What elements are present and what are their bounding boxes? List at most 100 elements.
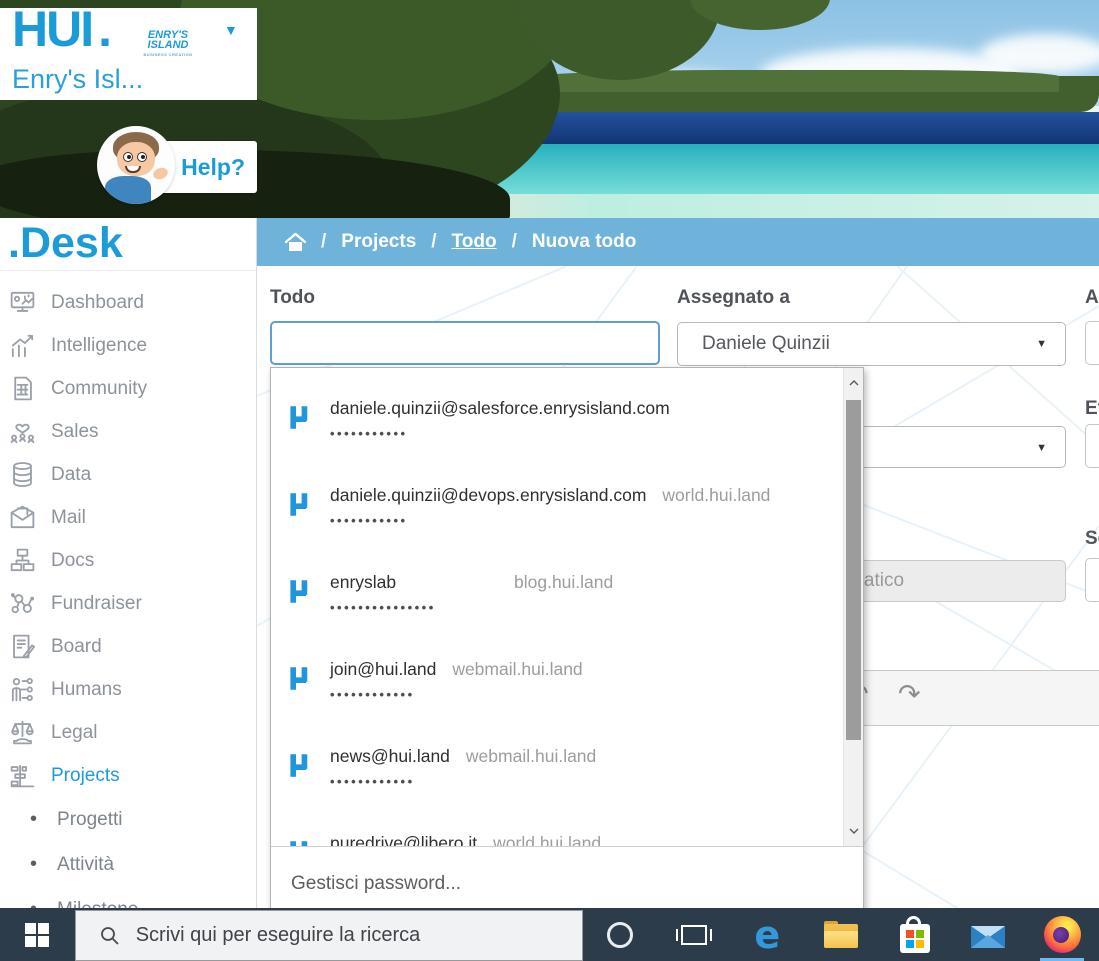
task-view-button[interactable] xyxy=(657,908,731,961)
windows-taskbar: Scrivi qui per eseguire la ricerca e xyxy=(0,908,1099,961)
autofill-entry[interactable]: news@hui.landwebmail.hui.land ••••••••••… xyxy=(271,732,863,819)
breadcrumb: / Projects / Todo / Nuova todo xyxy=(257,218,1099,266)
password-autofill-popup: daniele.quinzii@salesforce.enrysisland.c… xyxy=(270,367,864,910)
sidebar-item-docs[interactable]: Docs xyxy=(0,539,256,582)
file-explorer-icon xyxy=(824,921,858,948)
scrollbar-down-icon[interactable] xyxy=(844,818,863,844)
breadcrumb-separator: / xyxy=(431,231,436,253)
projects-icon xyxy=(8,761,37,790)
hui-favicon xyxy=(287,752,314,779)
avatar-pupil xyxy=(127,155,131,159)
sidebar-item-label: Sales xyxy=(51,421,99,443)
edge-icon: e xyxy=(754,916,780,954)
todo-input[interactable] xyxy=(270,321,660,365)
right-column-input-2[interactable] xyxy=(1085,424,1099,468)
humans-icon xyxy=(8,675,37,704)
avatar-pupil xyxy=(141,155,145,159)
docs-icon xyxy=(8,546,37,575)
breadcrumb-separator: / xyxy=(321,231,326,253)
mail-icon xyxy=(8,503,37,532)
todo-label: Todo xyxy=(270,287,315,309)
search-icon xyxy=(100,926,120,946)
firefox-button[interactable] xyxy=(1025,908,1099,961)
sidebar-item-label: Legal xyxy=(51,722,98,744)
sales-icon xyxy=(8,417,37,446)
right-column-label-1: At xyxy=(1085,287,1099,309)
help-mascot-avatar[interactable] xyxy=(97,126,175,204)
autofill-entry[interactable]: enryslabblog.hui.land ••••••••••••••• xyxy=(271,558,863,645)
enrys-island-logo: ENRY'S ISLAND BUSINESS CREATION xyxy=(138,30,198,60)
search-placeholder: Scrivi qui per eseguire la ricerca xyxy=(136,924,421,947)
sidebar-subitem-label: Progetti xyxy=(57,809,122,831)
sidebar-item-label: Board xyxy=(51,636,102,658)
autofill-username: daniele.quinzii@salesforce.enrysisland.c… xyxy=(330,398,670,419)
scrollbar-up-icon[interactable] xyxy=(844,370,863,396)
intelligence-icon xyxy=(8,331,37,360)
autofill-entry[interactable]: join@hui.landwebmail.hui.land ••••••••••… xyxy=(271,645,863,732)
sidebar-item-legal[interactable]: Legal xyxy=(0,711,256,754)
deep-water xyxy=(470,112,1099,144)
autofill-entry[interactable]: puredrive@libero.itworld.hui.land ••••••… xyxy=(271,819,863,846)
assegnato-label: Assegnato a xyxy=(677,287,790,309)
right-column-input-3[interactable] xyxy=(1085,558,1099,602)
hui-favicon xyxy=(287,404,314,431)
autofill-password-mask: ••••••••••• xyxy=(330,513,408,528)
sidebar-item-data[interactable]: Data xyxy=(0,453,256,496)
taskbar-search-box[interactable]: Scrivi qui per eseguire la ricerca xyxy=(75,910,583,961)
sidebar-item-mail[interactable]: Mail xyxy=(0,496,256,539)
autofill-entry[interactable]: daniele.quinzii@salesforce.enrysisland.c… xyxy=(271,384,863,471)
assegnato-select[interactable]: Daniele Quinzii ▼ xyxy=(677,322,1066,366)
sidebar-item-label: Dashboard xyxy=(51,292,144,314)
brand-card: HUI. ENRY'S ISLAND BUSINESS CREATION ▼ E… xyxy=(0,8,257,100)
sidebar-subitem-progetti[interactable]: Progetti xyxy=(0,797,256,842)
autofill-list: daniele.quinzii@salesforce.enrysisland.c… xyxy=(271,368,863,846)
cloud xyxy=(980,34,1099,74)
autofill-username: daniele.quinzii@devops.enrysisland.com xyxy=(330,485,646,506)
manage-passwords-link[interactable]: Gestisci password... xyxy=(271,846,863,909)
sidebar-item-fundraiser[interactable]: Fundraiser xyxy=(0,582,256,625)
edge-button[interactable]: e xyxy=(730,908,804,961)
autofill-domain: webmail.hui.land xyxy=(452,659,582,680)
task-view-icon xyxy=(681,925,707,945)
avatar-shirt xyxy=(105,176,151,204)
breadcrumb-separator: / xyxy=(512,231,517,253)
sidebar-subitem-label: Milestone xyxy=(57,899,138,909)
sidebar-item-sales[interactable]: Sales xyxy=(0,410,256,453)
right-column-label-2: Ef xyxy=(1085,398,1099,420)
sidebar-item-projects[interactable]: Projects xyxy=(0,754,256,797)
breadcrumb-todo[interactable]: Todo xyxy=(452,231,497,253)
cortana-button[interactable] xyxy=(583,908,657,961)
autofill-password-mask: •••••••••••• xyxy=(330,774,415,789)
sidebar-subitem-attivita[interactable]: Attività xyxy=(0,842,256,887)
file-explorer-button[interactable] xyxy=(804,908,878,961)
sidebar-item-dashboard[interactable]: Dashboard xyxy=(0,281,256,324)
store-button[interactable] xyxy=(878,908,952,961)
sidebar-item-community[interactable]: Community xyxy=(0,367,256,410)
sidebar-item-humans[interactable]: Humans xyxy=(0,668,256,711)
autofill-entry[interactable]: daniele.quinzii@devops.enrysisland.comwo… xyxy=(271,471,863,558)
scrollbar-thumb[interactable] xyxy=(846,400,861,740)
mail-button[interactable] xyxy=(952,908,1026,961)
breadcrumb-nuova-todo[interactable]: Nuova todo xyxy=(532,231,637,253)
firefox-icon xyxy=(1044,916,1081,953)
home-icon[interactable] xyxy=(285,233,306,252)
autofill-domain: world.hui.land xyxy=(493,833,601,846)
start-button[interactable] xyxy=(0,908,75,961)
redo-icon[interactable]: ↷ xyxy=(898,679,921,710)
right-column-input-1[interactable] xyxy=(1085,321,1099,365)
account-name[interactable]: Enry's Isl... xyxy=(12,64,143,95)
windows-logo-icon xyxy=(25,923,49,947)
sidebar-subitem-milestone[interactable]: Milestone xyxy=(0,887,256,908)
account-dropdown-caret-icon[interactable]: ▼ xyxy=(224,22,238,38)
hui-favicon xyxy=(287,665,314,692)
sidebar-item-label: Data xyxy=(51,464,91,486)
autofill-password-mask: ••••••••••••••• xyxy=(330,600,436,615)
autofill-password-mask: ••••••••••• xyxy=(330,426,408,441)
popup-scrollbar[interactable] xyxy=(843,368,863,846)
sidebar-item-board[interactable]: Board xyxy=(0,625,256,668)
dashboard-icon xyxy=(8,288,37,317)
breadcrumb-projects[interactable]: Projects xyxy=(341,231,416,253)
app-title: .Desk xyxy=(0,218,256,271)
select-caret-icon: ▼ xyxy=(1036,442,1047,454)
sidebar-item-intelligence[interactable]: Intelligence xyxy=(0,324,256,367)
